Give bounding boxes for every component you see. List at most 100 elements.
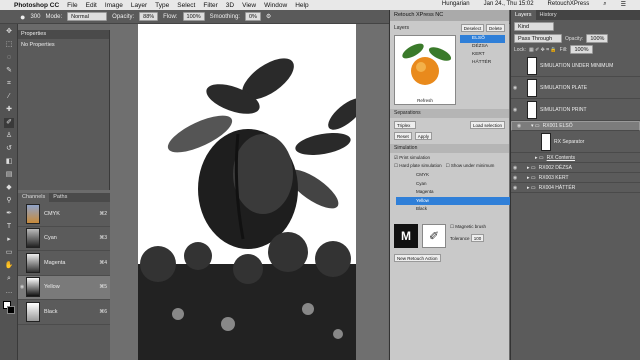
channel-row[interactable]: Cyan ⌘3 bbox=[18, 227, 110, 251]
visibility-icon[interactable]: ◉ bbox=[511, 85, 519, 91]
menu-window[interactable]: Window bbox=[264, 2, 287, 9]
history-brush-icon[interactable]: ↺ bbox=[4, 144, 14, 154]
language-indicator[interactable]: Hungarian bbox=[442, 1, 470, 8]
hard-plate-checkbox[interactable]: ☐ Hard plate simulation bbox=[394, 163, 442, 169]
channel-row[interactable]: Black ⌘6 bbox=[18, 300, 110, 325]
layer-group-row[interactable]: ◉ ▾ ▭ RX001 ELSŐ bbox=[511, 121, 640, 131]
clone-stamp-icon[interactable]: ♙ bbox=[4, 131, 14, 141]
brush-size[interactable]: 300 bbox=[30, 14, 40, 20]
zoom-tool-icon[interactable]: ⌕ bbox=[4, 274, 14, 284]
reset-button[interactable]: Reset bbox=[394, 132, 412, 140]
tolerance-input[interactable]: 100 bbox=[470, 233, 485, 242]
menu-view[interactable]: View bbox=[242, 2, 256, 9]
print-simulation-checkbox[interactable]: ☑ Print simulation bbox=[394, 155, 505, 161]
type-tool-icon[interactable]: T bbox=[4, 222, 14, 232]
lasso-tool-icon[interactable]: ◌ bbox=[4, 53, 14, 63]
crop-tool-icon[interactable]: ⌗ bbox=[4, 79, 14, 89]
fill-value[interactable]: 100% bbox=[570, 45, 593, 54]
layer-group-row[interactable]: ◉ ▸ ▭ RX003 KERT bbox=[511, 173, 640, 183]
layer-group-row[interactable]: ▸ ▭ RX Contents bbox=[511, 153, 640, 163]
sim-channel-item[interactable]: Cyan bbox=[416, 180, 509, 189]
sim-channel-item[interactable]: CMYK bbox=[416, 171, 509, 180]
refresh-button[interactable]: Refresh bbox=[395, 98, 455, 103]
visibility-icon[interactable]: ◉ bbox=[511, 175, 519, 181]
visibility-icon[interactable]: ◉ bbox=[18, 284, 26, 290]
account-name[interactable]: RetouchXPress bbox=[548, 1, 590, 8]
load-selection-button[interactable]: Load selection bbox=[469, 121, 505, 129]
tab-layers[interactable]: Layers bbox=[511, 10, 536, 20]
quick-select-icon[interactable]: ✎ bbox=[4, 66, 14, 76]
layer-row[interactable]: ◉ SIMULATION PLATE bbox=[511, 77, 640, 99]
smoothing-value[interactable]: 0% bbox=[244, 12, 261, 21]
marquee-tool-icon[interactable]: ⬚ bbox=[4, 40, 14, 50]
path-select-icon[interactable]: ▸ bbox=[4, 235, 14, 245]
gear-icon[interactable]: ⚙ bbox=[266, 13, 271, 20]
sim-channel-item[interactable]: Black bbox=[416, 205, 509, 214]
eyedropper-icon[interactable]: ⁄ bbox=[4, 92, 14, 102]
xpress-layer-item[interactable]: KERT bbox=[460, 51, 505, 59]
hand-tool-icon[interactable]: ✋ bbox=[4, 261, 14, 271]
color-swatches[interactable] bbox=[0, 301, 17, 317]
menu-type[interactable]: Type bbox=[155, 2, 169, 9]
channel-row[interactable]: CMYK ⌘2 bbox=[18, 202, 110, 227]
deselect-button[interactable]: Deselect bbox=[460, 24, 485, 32]
blend-mode-select[interactable]: Pass Through bbox=[514, 34, 562, 43]
tab-paths[interactable]: Paths bbox=[49, 193, 71, 202]
menu-filter[interactable]: Filter bbox=[203, 2, 217, 9]
clock[interactable]: Jan 24., Thu 15:02 bbox=[484, 1, 534, 8]
menu-3d[interactable]: 3D bbox=[226, 2, 234, 9]
healing-brush-icon[interactable]: ✚ bbox=[4, 105, 14, 115]
app-menu[interactable]: Photoshop CC bbox=[14, 2, 59, 9]
menu-help[interactable]: Help bbox=[295, 2, 308, 9]
layer-row[interactable]: SIMULATION UNDER MINIMUM bbox=[511, 55, 640, 77]
visibility-icon[interactable]: ◉ bbox=[511, 165, 519, 171]
shape-tool-icon[interactable]: ▭ bbox=[4, 248, 14, 258]
xpress-layer-item[interactable]: HÁTTÉR bbox=[460, 59, 505, 67]
layer-group-row[interactable]: ◉ ▸ ▭ RX002 DÉZSA bbox=[511, 163, 640, 173]
layer-row[interactable]: ◉ SIMULATION PRINT bbox=[511, 99, 640, 121]
mask-mode-icon[interactable]: M bbox=[394, 223, 418, 248]
sim-channel-item[interactable]: Magenta bbox=[416, 188, 509, 197]
mode-select[interactable]: Normal bbox=[67, 12, 108, 21]
blur-icon[interactable]: ◆ bbox=[4, 183, 14, 193]
delete-button[interactable]: Delete bbox=[485, 24, 505, 32]
more-tools-icon[interactable]: … bbox=[4, 287, 14, 297]
document-canvas[interactable] bbox=[138, 24, 356, 360]
menu-select[interactable]: Select bbox=[177, 2, 195, 9]
apply-button[interactable]: Apply bbox=[414, 132, 433, 140]
menu-file[interactable]: File bbox=[67, 2, 77, 9]
channel-row[interactable]: ◉ Yellow ⌘5 bbox=[18, 275, 110, 300]
new-retouch-action-select[interactable]: New Retouch Action bbox=[394, 253, 441, 262]
menu-edit[interactable]: Edit bbox=[86, 2, 97, 9]
eraser-icon[interactable]: ◧ bbox=[4, 157, 14, 167]
menu-image[interactable]: Image bbox=[105, 2, 123, 9]
search-icon[interactable]: ⌕ bbox=[603, 1, 606, 8]
menu-icon[interactable]: ☰ bbox=[621, 1, 626, 8]
layer-group-row[interactable]: ◉ ▸ ▭ RX004 HÁTTÉR bbox=[511, 183, 640, 193]
xpress-layer-item[interactable]: ELSŐ bbox=[460, 35, 505, 43]
brush-preset-icon[interactable]: ● bbox=[20, 12, 25, 22]
background-color[interactable] bbox=[7, 306, 15, 314]
brush-icon[interactable]: ✐ bbox=[422, 223, 446, 248]
show-under-checkbox[interactable]: ☐ Show under minimum bbox=[446, 163, 495, 169]
tab-history[interactable]: History bbox=[536, 10, 561, 20]
gradient-icon[interactable]: ▤ bbox=[4, 170, 14, 180]
menu-layer[interactable]: Layer bbox=[131, 2, 147, 9]
visibility-icon[interactable]: ◉ bbox=[515, 122, 523, 130]
tab-channels[interactable]: Channels bbox=[18, 193, 50, 202]
visibility-icon[interactable]: ◉ bbox=[511, 185, 519, 191]
opacity-value[interactable]: 88% bbox=[139, 12, 159, 21]
flow-value[interactable]: 100% bbox=[182, 12, 205, 21]
dodge-icon[interactable]: ⚲ bbox=[4, 196, 14, 206]
layer-opacity-value[interactable]: 100% bbox=[586, 34, 609, 43]
xpress-layer-item[interactable]: DÉZSA bbox=[460, 43, 505, 51]
move-tool-icon[interactable]: ✥ bbox=[4, 27, 14, 37]
sim-channel-item-selected[interactable]: Yellow bbox=[396, 196, 510, 205]
layer-row[interactable]: RX Separator bbox=[511, 131, 640, 153]
brush-tool-icon[interactable]: ✐ bbox=[4, 118, 14, 128]
properties-tab[interactable]: Properties bbox=[18, 30, 109, 39]
visibility-icon[interactable]: ◉ bbox=[511, 107, 519, 113]
pen-tool-icon[interactable]: ✒ bbox=[4, 209, 14, 219]
separation-mode-select[interactable]: Triplex bbox=[394, 121, 416, 129]
layer-filter-select[interactable]: Kind bbox=[514, 22, 554, 31]
